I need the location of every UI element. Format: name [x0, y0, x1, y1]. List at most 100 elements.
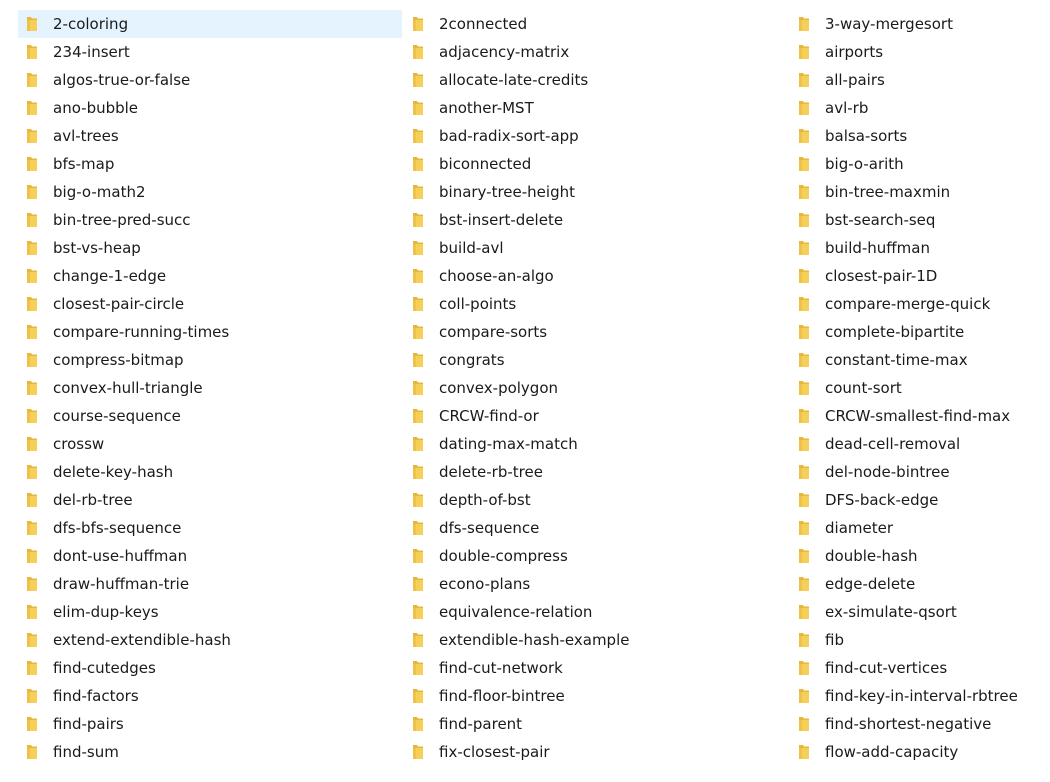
- folder-item[interactable]: big-o-arith: [790, 150, 1050, 178]
- folder-item[interactable]: 2-coloring: [18, 10, 402, 38]
- folder-item[interactable]: crossw: [18, 430, 402, 458]
- folder-item[interactable]: bst-search-seq: [790, 206, 1050, 234]
- folder-item[interactable]: coll-points: [404, 290, 788, 318]
- folder-item[interactable]: congrats: [404, 346, 788, 374]
- folder-item[interactable]: choose-an-algo: [404, 262, 788, 290]
- folder-name: edge-delete: [825, 575, 916, 593]
- folder-name: dont-use-huffman: [53, 547, 188, 565]
- folder-icon: [413, 45, 423, 59]
- file-column-1: 2-coloring 234-insert algos-true-or-false a…: [18, 10, 402, 766]
- folder-item[interactable]: CRCW-smallest-find-max: [790, 402, 1050, 430]
- folder-item[interactable]: edge-delete: [790, 570, 1050, 598]
- folder-item[interactable]: find-sum: [18, 738, 402, 766]
- folder-item[interactable]: find-parent: [404, 710, 788, 738]
- folder-item[interactable]: constant-time-max: [790, 346, 1050, 374]
- folder-item[interactable]: extend-extendible-hash: [18, 626, 402, 654]
- folder-item[interactable]: double-hash: [790, 542, 1050, 570]
- folder-icon: [27, 241, 37, 255]
- folder-item[interactable]: closest-pair-circle: [18, 290, 402, 318]
- folder-item[interactable]: find-floor-bintree: [404, 682, 788, 710]
- folder-name: bin-tree-pred-succ: [53, 211, 191, 229]
- folder-item[interactable]: delete-key-hash: [18, 458, 402, 486]
- folder-item[interactable]: dating-max-match: [404, 430, 788, 458]
- folder-item[interactable]: dfs-sequence: [404, 514, 788, 542]
- folder-item[interactable]: find-cutedges: [18, 654, 402, 682]
- folder-item[interactable]: find-pairs: [18, 710, 402, 738]
- folder-item[interactable]: extendible-hash-example: [404, 626, 788, 654]
- folder-item[interactable]: build-huffman: [790, 234, 1050, 262]
- folder-item[interactable]: find-shortest-negative: [790, 710, 1050, 738]
- folder-item[interactable]: ex-simulate-qsort: [790, 598, 1050, 626]
- folder-item[interactable]: econo-plans: [404, 570, 788, 598]
- folder-item[interactable]: avl-rb: [790, 94, 1050, 122]
- folder-item[interactable]: bin-tree-pred-succ: [18, 206, 402, 234]
- folder-name: crossw: [53, 435, 105, 453]
- folder-item[interactable]: bst-insert-delete: [404, 206, 788, 234]
- folder-item[interactable]: 3-way-mergesort: [790, 10, 1050, 38]
- folder-item[interactable]: find-cut-vertices: [790, 654, 1050, 682]
- folder-item[interactable]: all-pairs: [790, 66, 1050, 94]
- folder-item[interactable]: complete-bipartite: [790, 318, 1050, 346]
- folder-item[interactable]: build-avl: [404, 234, 788, 262]
- folder-item[interactable]: compress-bitmap: [18, 346, 402, 374]
- folder-item[interactable]: compare-sorts: [404, 318, 788, 346]
- folder-item[interactable]: bin-tree-maxmin: [790, 178, 1050, 206]
- folder-item[interactable]: closest-pair-1D: [790, 262, 1050, 290]
- folder-item[interactable]: another-MST: [404, 94, 788, 122]
- folder-item[interactable]: compare-running-times: [18, 318, 402, 346]
- folder-item[interactable]: DFS-back-edge: [790, 486, 1050, 514]
- folder-name: convex-polygon: [439, 379, 559, 397]
- folder-item[interactable]: del-node-bintree: [790, 458, 1050, 486]
- folder-item[interactable]: find-cut-network: [404, 654, 788, 682]
- folder-item[interactable]: elim-dup-keys: [18, 598, 402, 626]
- folder-item[interactable]: dead-cell-removal: [790, 430, 1050, 458]
- folder-item[interactable]: course-sequence: [18, 402, 402, 430]
- folder-item[interactable]: flow-add-capacity: [790, 738, 1050, 766]
- folder-item[interactable]: binary-tree-height: [404, 178, 788, 206]
- folder-item[interactable]: find-key-in-interval-rbtree: [790, 682, 1050, 710]
- folder-item[interactable]: fix-closest-pair: [404, 738, 788, 766]
- folder-item[interactable]: del-rb-tree: [18, 486, 402, 514]
- folder-item[interactable]: bad-radix-sort-app: [404, 122, 788, 150]
- folder-item[interactable]: biconnected: [404, 150, 788, 178]
- folder-item[interactable]: compare-merge-quick: [790, 290, 1050, 318]
- folder-icon: [413, 409, 423, 423]
- folder-item[interactable]: draw-huffman-trie: [18, 570, 402, 598]
- folder-item[interactable]: bfs-map: [18, 150, 402, 178]
- folder-item[interactable]: CRCW-find-or: [404, 402, 788, 430]
- folder-item[interactable]: bst-vs-heap: [18, 234, 402, 262]
- folder-item[interactable]: 2connected: [404, 10, 788, 38]
- folder-item[interactable]: delete-rb-tree: [404, 458, 788, 486]
- folder-name: del-rb-tree: [53, 491, 133, 509]
- folder-item[interactable]: allocate-late-credits: [404, 66, 788, 94]
- folder-item[interactable]: adjacency-matrix: [404, 38, 788, 66]
- folder-item[interactable]: avl-trees: [18, 122, 402, 150]
- folder-icon: [799, 101, 809, 115]
- folder-icon: [27, 157, 37, 171]
- folder-item[interactable]: convex-hull-triangle: [18, 374, 402, 402]
- folder-name: delete-rb-tree: [439, 463, 543, 481]
- folder-icon: [799, 437, 809, 451]
- folder-item[interactable]: airports: [790, 38, 1050, 66]
- folder-item[interactable]: dfs-bfs-sequence: [18, 514, 402, 542]
- folder-item[interactable]: fib: [790, 626, 1050, 654]
- folder-name: find-key-in-interval-rbtree: [825, 687, 1018, 705]
- folder-item[interactable]: double-compress: [404, 542, 788, 570]
- folder-item[interactable]: depth-of-bst: [404, 486, 788, 514]
- folder-item[interactable]: algos-true-or-false: [18, 66, 402, 94]
- folder-item[interactable]: change-1-edge: [18, 262, 402, 290]
- folder-item[interactable]: ano-bubble: [18, 94, 402, 122]
- folder-item[interactable]: convex-polygon: [404, 374, 788, 402]
- folder-item[interactable]: equivalence-relation: [404, 598, 788, 626]
- folder-name: course-sequence: [53, 407, 181, 425]
- folder-item[interactable]: count-sort: [790, 374, 1050, 402]
- folder-item[interactable]: 234-insert: [18, 38, 402, 66]
- folder-item[interactable]: balsa-sorts: [790, 122, 1050, 150]
- folder-item[interactable]: diameter: [790, 514, 1050, 542]
- folder-icon: [27, 661, 37, 675]
- folder-item[interactable]: find-factors: [18, 682, 402, 710]
- folder-item[interactable]: dont-use-huffman: [18, 542, 402, 570]
- folder-name: extend-extendible-hash: [53, 631, 231, 649]
- folder-item[interactable]: big-o-math2: [18, 178, 402, 206]
- folder-name: find-cut-vertices: [825, 659, 948, 677]
